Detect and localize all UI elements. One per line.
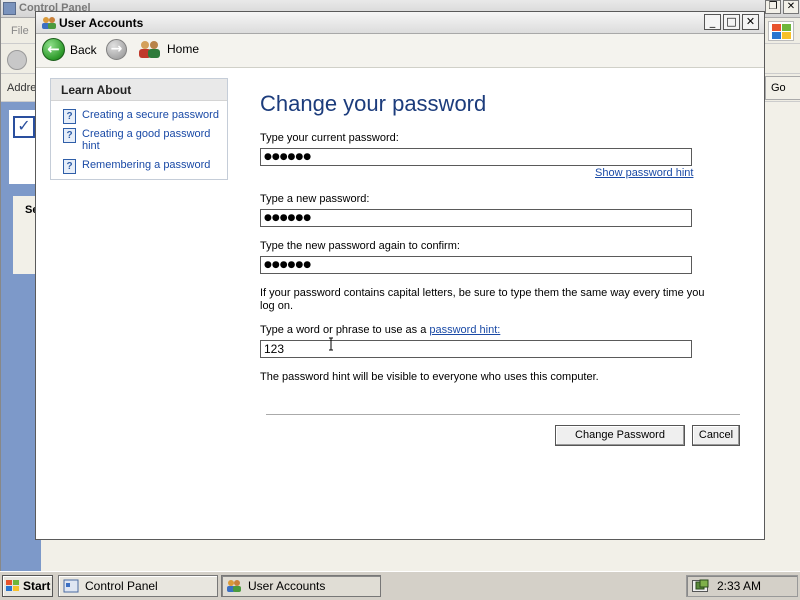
start-label: Start (23, 579, 51, 593)
control-panel-restore-button[interactable]: ❐ (765, 0, 781, 14)
learn-about-heading: Learn About (51, 79, 227, 101)
go-button[interactable]: Go (765, 76, 800, 100)
forward-button[interactable]: → (106, 39, 127, 60)
control-panel-window-controls: ❐ ✕ (765, 0, 799, 14)
start-button[interactable]: Start (2, 575, 53, 597)
learn-item-label[interactable]: Creating a secure password (82, 109, 222, 124)
text-cursor-icon (329, 337, 333, 351)
confirm-password-label: Type the new password again to confirm: (260, 240, 460, 252)
home-label: Home (167, 42, 200, 56)
home-button[interactable]: Home (138, 39, 199, 59)
taskbar-item-label: Control Panel (85, 579, 158, 593)
current-password-field[interactable]: ●●●●●● (260, 148, 692, 166)
system-tray: 2:33 AM (686, 575, 798, 597)
taskbar-item-control-panel[interactable]: Control Panel (58, 575, 218, 597)
help-icon: ? (63, 159, 76, 174)
password-hint-label-text: Type a word or phrase to use as a (260, 324, 430, 336)
clock[interactable]: 2:33 AM (717, 579, 761, 593)
confirm-password-field[interactable]: ●●●●●● (260, 256, 692, 274)
show-password-hint-link[interactable]: Show password hint (595, 167, 693, 179)
taskbar-item-user-accounts[interactable]: User Accounts (221, 575, 381, 597)
windows-logo-icon (768, 21, 794, 41)
user-accounts-icon (42, 17, 56, 29)
window-title: User Accounts (59, 16, 144, 30)
current-password-label: Type your current password: (260, 132, 399, 144)
password-hint-label: Type a word or phrase to use as a passwo… (260, 324, 500, 336)
control-panel-icon (63, 579, 79, 593)
learn-item-label[interactable]: Remembering a password (82, 159, 222, 174)
control-panel-back-icon[interactable] (7, 50, 27, 70)
taskbar-item-label: User Accounts (248, 579, 326, 593)
password-hint-field[interactable]: 123 (260, 340, 692, 358)
page-title: Change your password (260, 91, 487, 116)
checklist-icon: ✓ (13, 116, 35, 138)
maximize-button[interactable]: □ (723, 14, 740, 30)
learn-about-panel: Learn About ? Creating a secure password… (50, 78, 228, 180)
user-accounts-icon (227, 580, 241, 592)
close-button[interactable]: ✕ (742, 14, 759, 30)
hint-visibility-note: The password hint will be visible to eve… (260, 371, 599, 383)
user-accounts-window: User Accounts _ □ ✕ ← Back → Home Learn … (35, 11, 765, 540)
help-icon: ? (63, 109, 76, 124)
learn-item-label[interactable]: Creating a good password hint (82, 128, 222, 152)
change-password-button[interactable]: Change Password (555, 425, 685, 446)
window-controls: _ □ ✕ (704, 14, 759, 30)
password-hint-link[interactable]: password hint: (429, 324, 500, 336)
help-icon: ? (63, 128, 76, 143)
divider (266, 414, 740, 415)
windows-flag-icon (6, 580, 20, 592)
cancel-button[interactable]: Cancel (692, 425, 740, 446)
learn-item-remembering-password[interactable]: ? Remembering a password (63, 159, 222, 174)
capital-letters-note: If your password contains capital letter… (260, 287, 705, 312)
user-accounts-titlebar[interactable]: User Accounts _ □ ✕ (36, 12, 764, 34)
back-button[interactable]: ← Back (42, 38, 97, 61)
learn-item-password-hint[interactable]: ? Creating a good password hint (63, 128, 222, 152)
network-icon[interactable] (695, 579, 709, 593)
minimize-button[interactable]: _ (704, 14, 721, 30)
home-users-icon (139, 41, 160, 58)
new-password-field[interactable]: ●●●●●● (260, 209, 692, 227)
control-panel-icon (3, 2, 16, 15)
address-label: Addre (7, 82, 37, 94)
back-label: Back (70, 42, 97, 57)
control-panel-close-button[interactable]: ✕ (783, 0, 799, 14)
go-label: Go (771, 82, 786, 94)
new-password-label: Type a new password: (260, 193, 370, 205)
back-arrow-icon: ← (42, 38, 65, 61)
navigation-bar: ← Back → Home (36, 34, 764, 68)
taskbar: Start Control Panel User Accounts 2:33 A… (0, 571, 800, 600)
learn-item-secure-password[interactable]: ? Creating a secure password (63, 109, 222, 124)
menu-file[interactable]: File (11, 25, 29, 37)
